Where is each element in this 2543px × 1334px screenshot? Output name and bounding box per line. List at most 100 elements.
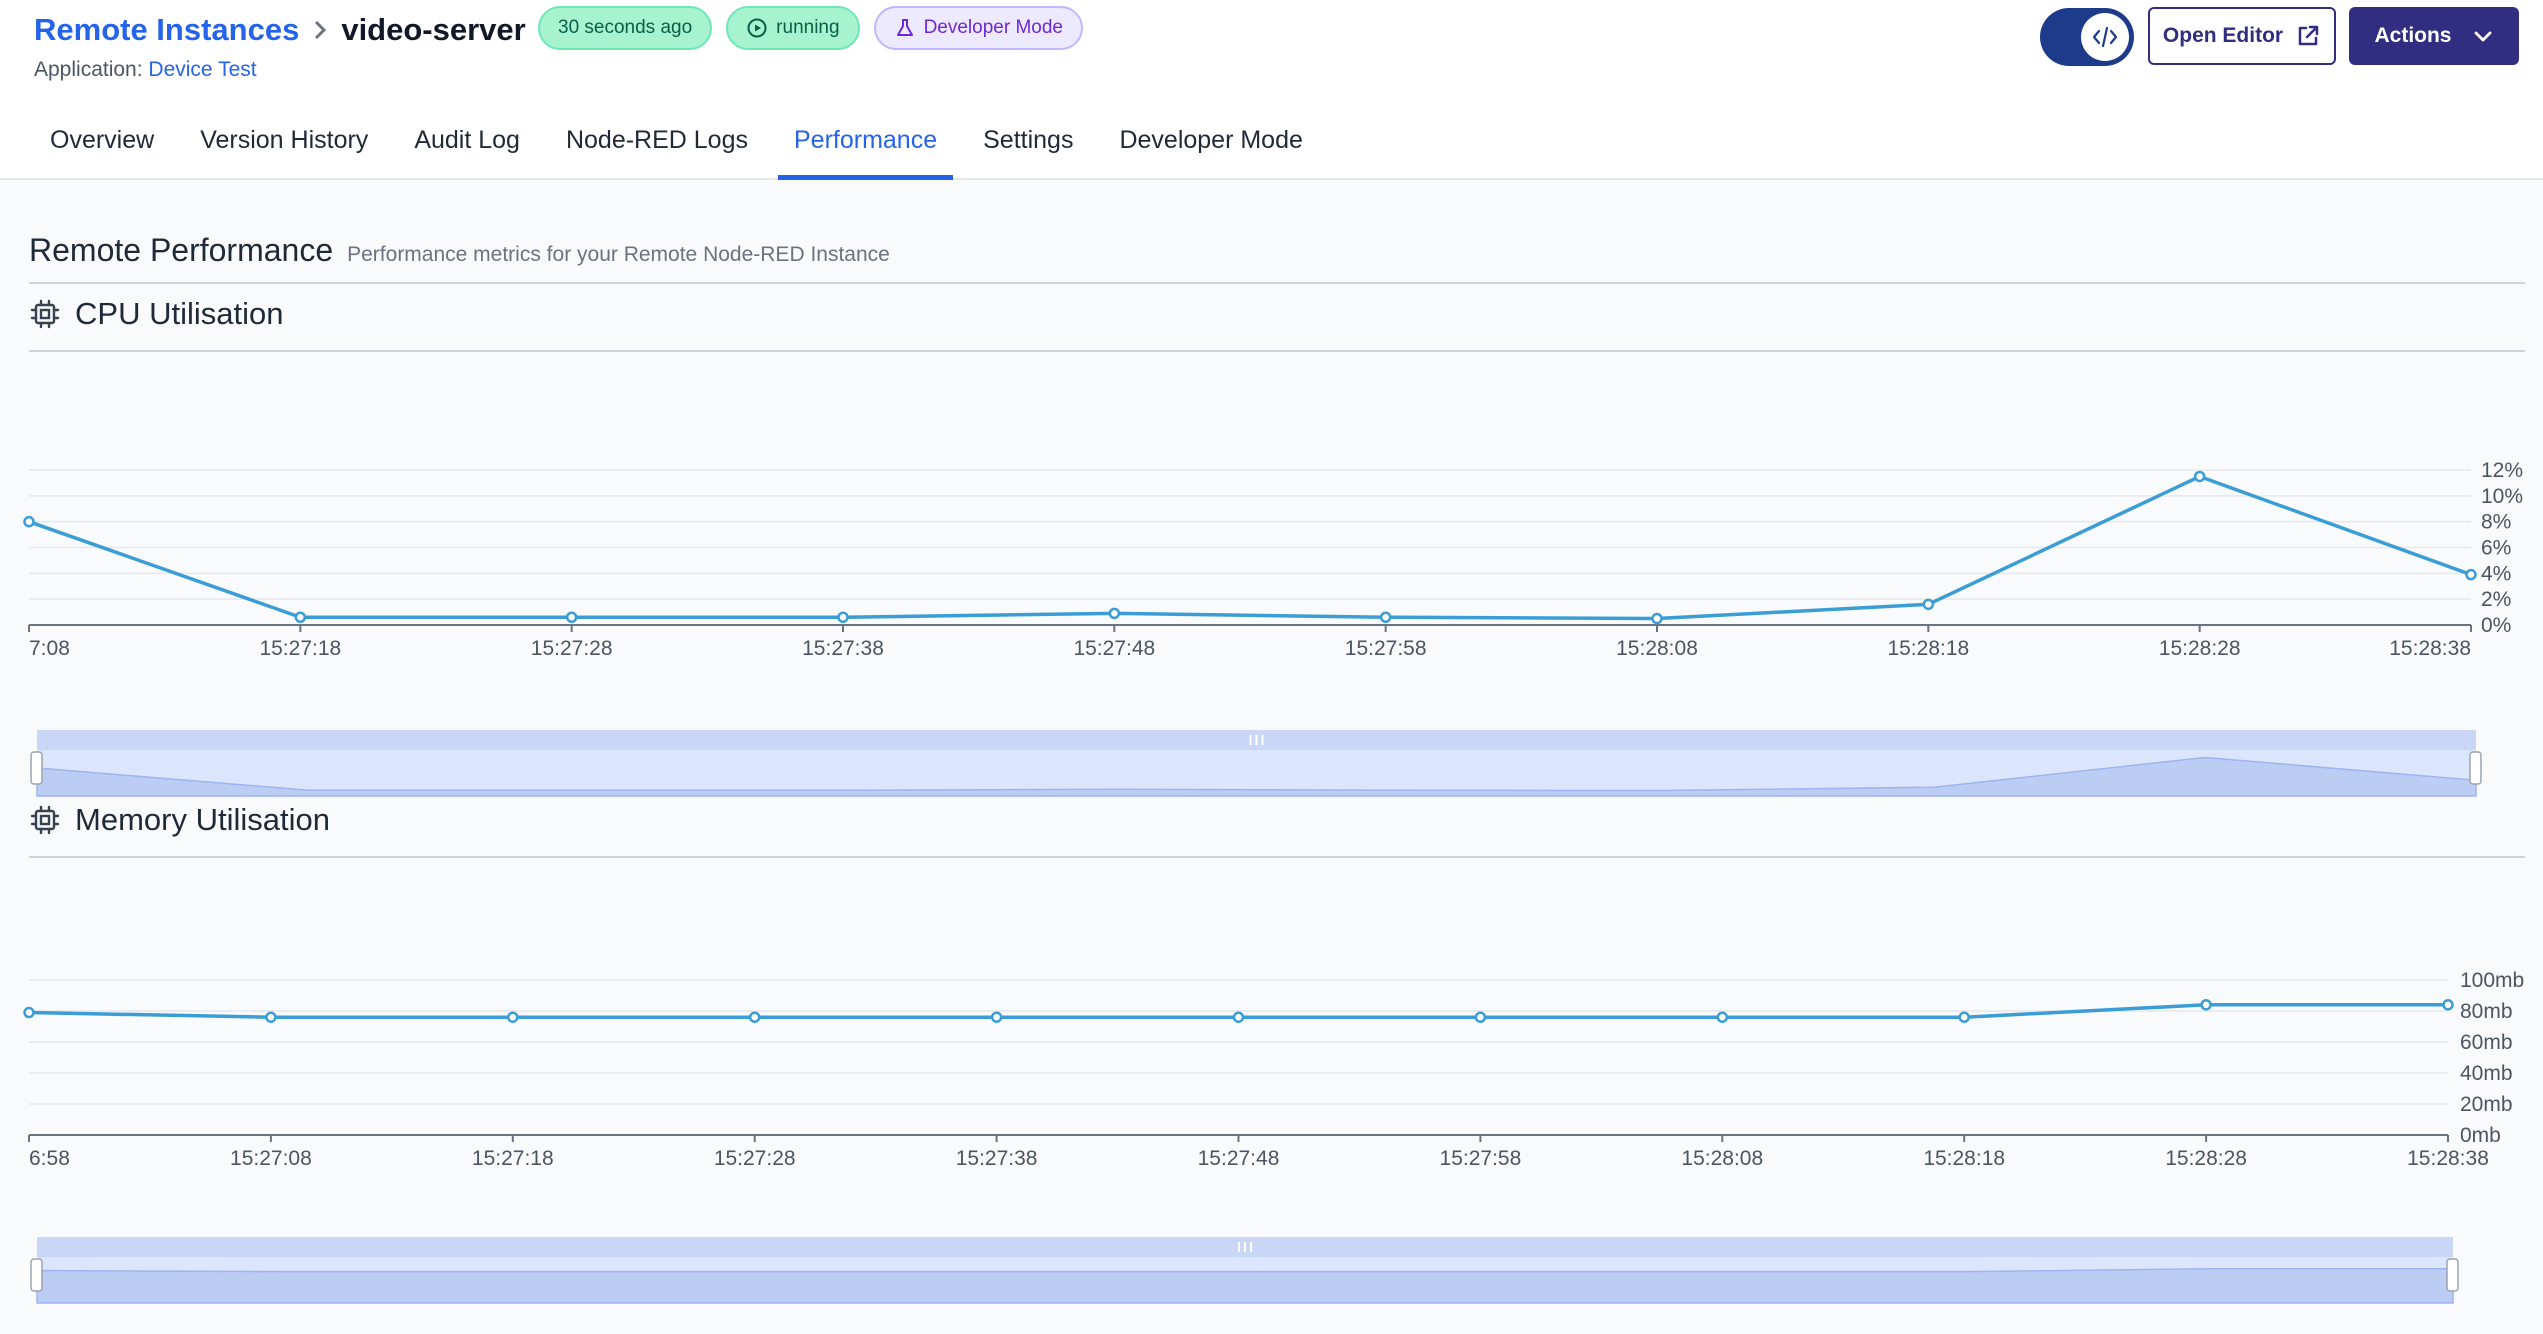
memory-chart-title: Memory Utilisation bbox=[75, 802, 330, 837]
data-point bbox=[1379, 611, 1392, 623]
x-tick-label: 6:58 bbox=[29, 1147, 70, 1170]
x-tick-label: 15:28:08 bbox=[1616, 637, 1698, 660]
zoom-handle-right bbox=[2469, 751, 2482, 785]
breadcrumb-remote-instances[interactable]: Remote Instances bbox=[34, 12, 299, 48]
application-link[interactable]: Device Test bbox=[148, 58, 256, 81]
x-tick-label: 15:28:38 bbox=[2407, 1147, 2489, 1170]
data-point bbox=[748, 1011, 761, 1023]
actions-button[interactable]: Actions bbox=[2349, 7, 2519, 65]
developer-mode-badge: Developer Mode bbox=[873, 6, 1083, 50]
x-tick-label: 15:28:18 bbox=[1887, 637, 1969, 660]
memory-chart-divider bbox=[29, 856, 2525, 858]
x-tick-label: 15:27:28 bbox=[714, 1147, 796, 1170]
zoom-handle-left bbox=[30, 1258, 43, 1292]
data-point bbox=[1232, 1011, 1245, 1023]
cpu-zoom-slider[interactable] bbox=[0, 724, 2543, 800]
data-point bbox=[2193, 470, 2206, 483]
cpu-chart-divider bbox=[29, 350, 2525, 352]
data-point bbox=[2442, 999, 2454, 1011]
x-tick-label: 15:28:28 bbox=[2159, 637, 2241, 660]
application-label: Application: bbox=[34, 58, 143, 81]
x-tick-label: 15:28:38 bbox=[2389, 637, 2471, 660]
x-tick-label: 15:27:48 bbox=[1198, 1147, 1280, 1170]
x-tick-label: 15:27:58 bbox=[1345, 637, 1427, 660]
tab-version-history[interactable]: Version History bbox=[184, 118, 384, 180]
data-point bbox=[294, 611, 307, 623]
cpu-chart-header: CPU Utilisation bbox=[29, 296, 283, 332]
developer-mode-label: Developer Mode bbox=[923, 17, 1063, 38]
x-tick-label: 15:27:48 bbox=[1073, 637, 1155, 660]
data-point bbox=[2200, 999, 2212, 1011]
open-editor-label: Open Editor bbox=[2162, 24, 2284, 47]
x-tick-label: 15:27:58 bbox=[1440, 1147, 1522, 1170]
memory-chart-header: Memory Utilisation bbox=[29, 802, 330, 838]
x-tick-label: 15:28:08 bbox=[1681, 1147, 1763, 1170]
x-tick-label: 15:27:28 bbox=[531, 637, 613, 660]
y-tick-label: 20mb bbox=[2460, 1093, 2513, 1116]
tab-node-red-logs[interactable]: Node-RED Logs bbox=[550, 118, 764, 180]
cpu-utilisation-chart: 0% 2% 4%6% 8% 10% 12% 7:08 15:27:18 15:27:28 15:2… bbox=[23, 459, 2523, 660]
developer-mode-toggle[interactable] bbox=[2040, 8, 2134, 66]
open-editor-button[interactable]: Open Editor bbox=[2148, 7, 2336, 65]
data-point bbox=[1651, 612, 1663, 625]
data-point bbox=[990, 1011, 1003, 1023]
y-tick-label: 60mb bbox=[2460, 1031, 2513, 1054]
data-point bbox=[2465, 568, 2477, 581]
code-icon bbox=[2092, 26, 2118, 48]
x-tick-label: 15:27:08 bbox=[230, 1147, 312, 1170]
x-tick-label: 15:27:18 bbox=[472, 1147, 554, 1170]
performance-panel: Remote Performance Performance metrics f… bbox=[0, 180, 2543, 1334]
section-title: Remote Performance bbox=[29, 232, 334, 268]
data-point bbox=[1922, 598, 1935, 611]
x-tick-label: 15:27:38 bbox=[802, 637, 884, 660]
x-tick-label: 15:28:28 bbox=[2165, 1147, 2247, 1170]
data-point bbox=[23, 515, 35, 528]
status-label: running bbox=[776, 17, 840, 38]
actions-label: Actions bbox=[2374, 24, 2452, 47]
zoom-handle-right bbox=[2446, 1258, 2459, 1292]
chip-icon bbox=[30, 299, 60, 329]
y-tick-label: 100mb bbox=[2460, 969, 2524, 992]
data-point bbox=[23, 1006, 35, 1019]
data-point bbox=[565, 611, 578, 623]
y-tick-label: 8% bbox=[2481, 511, 2511, 534]
beaker-icon bbox=[896, 19, 913, 36]
y-tick-label: 6% bbox=[2481, 537, 2511, 560]
chip-icon bbox=[30, 805, 60, 835]
tab-settings[interactable]: Settings bbox=[967, 118, 1089, 180]
zoom-area bbox=[36, 1268, 2454, 1304]
y-tick-label: 4% bbox=[2481, 562, 2511, 585]
section-header: Remote Performance Performance metrics f… bbox=[29, 232, 890, 269]
instance-tabs: Overview Version History Audit Log Node-… bbox=[34, 118, 1333, 180]
tab-overview[interactable]: Overview bbox=[34, 118, 170, 180]
data-point bbox=[1108, 607, 1121, 620]
x-tick-label: 15:28:18 bbox=[1923, 1147, 2005, 1170]
memory-zoom-slider[interactable] bbox=[0, 1231, 2543, 1307]
tab-audit-log[interactable]: Audit Log bbox=[398, 118, 536, 180]
chevron-down-icon bbox=[2474, 31, 2491, 42]
y-tick-label: 0% bbox=[2481, 614, 2511, 637]
data-point bbox=[265, 1011, 277, 1023]
chevron-right-icon bbox=[305, 15, 335, 45]
status-badges: 30 seconds ago running Developer Mode bbox=[538, 6, 1083, 50]
section-divider bbox=[29, 282, 2525, 284]
page-header: Remote Instances video-server 30 seconds… bbox=[0, 0, 2543, 180]
tab-developer-mode[interactable]: Developer Mode bbox=[1103, 118, 1318, 180]
instance-name: video-server bbox=[341, 12, 526, 47]
y-tick-label: 0mb bbox=[2460, 1124, 2501, 1147]
x-tick-label: 15:27:18 bbox=[259, 637, 341, 660]
last-seen-label: 30 seconds ago bbox=[558, 17, 693, 38]
application-line: Application: Device Test bbox=[34, 58, 257, 82]
external-link-icon bbox=[2298, 25, 2319, 46]
section-subtitle: Performance metrics for your Remote Node… bbox=[347, 243, 890, 266]
zoom-handle-left bbox=[30, 751, 43, 785]
y-tick-label: 2% bbox=[2481, 588, 2511, 611]
status-badge: running bbox=[726, 6, 860, 50]
y-tick-label: 80mb bbox=[2460, 1000, 2513, 1023]
tab-performance[interactable]: Performance bbox=[777, 118, 954, 180]
breadcrumb: Remote Instances video-server bbox=[34, 10, 526, 50]
data-point bbox=[1958, 1011, 1970, 1023]
x-tick-label: 7:08 bbox=[29, 637, 70, 660]
data-point bbox=[837, 611, 849, 623]
x-tick-label: 15:27:38 bbox=[956, 1147, 1038, 1170]
